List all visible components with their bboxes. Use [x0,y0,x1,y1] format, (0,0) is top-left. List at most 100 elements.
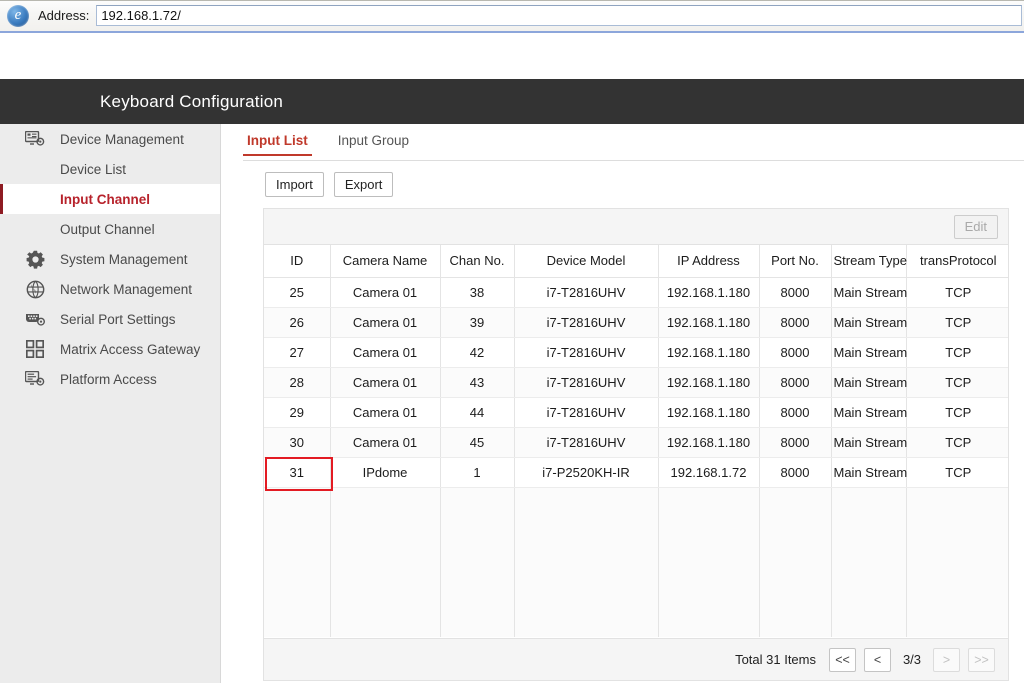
sidebar-item-label: Network Management [60,281,193,297]
first-page-button[interactable]: << [829,647,856,672]
cell-chan-no: 39 [440,307,515,338]
next-page-button[interactable]: > [933,647,960,672]
import-button[interactable]: Import [265,172,324,197]
column-header-stream-type[interactable]: Stream Type [831,245,907,278]
table-row[interactable]: 29 Camera 01 44 i7-T2816UHV 192.168.1.18… [264,397,1008,428]
sidebar-item-label: System Management [60,251,188,267]
sidebar-item-label: Input Channel [60,191,150,207]
filler-cell [330,487,441,637]
address-label: Address: [38,8,90,23]
cell-device-model: i7-P2520KH-IR [514,457,659,488]
cell-device-model: i7-T2816UHV [514,277,659,308]
tab-bar: Input List Input Group [243,133,1024,161]
platform-gear-icon [22,369,48,389]
table-row[interactable]: 26 Camera 01 39 i7-T2816UHV 192.168.1.18… [264,307,1008,338]
column-header-chan-no[interactable]: Chan No. [440,245,515,278]
input-channel-table: ID Camera Name Chan No. Device Model IP … [264,245,1008,637]
table-toolbar: Edit [264,209,1008,245]
table-row[interactable]: 25 Camera 01 38 i7-T2816UHV 192.168.1.18… [264,277,1008,308]
column-header-camera-name[interactable]: Camera Name [330,245,441,278]
cell-chan-no: 45 [440,427,515,458]
table-header-row: ID Camera Name Chan No. Device Model IP … [264,245,1008,278]
total-items-label: Total 31 Items [735,652,816,667]
cell-ip-address: 192.168.1.72 [658,457,760,488]
table-row[interactable]: 27 Camera 01 42 i7-T2816UHV 192.168.1.18… [264,337,1008,368]
filler-cell [759,487,832,637]
grid-squares-icon [22,339,48,359]
table-scroll-area: ID Camera Name Chan No. Device Model IP … [264,245,1008,638]
last-page-button[interactable]: >> [968,647,995,672]
cell-device-model: i7-T2816UHV [514,307,659,338]
filler-cell [906,487,1008,637]
cell-port-no: 8000 [759,367,832,398]
column-header-transprotocol[interactable]: transProtocol [906,245,1008,278]
cell-id: 31 [264,456,333,490]
edit-button[interactable]: Edit [953,214,998,239]
cell-id: 30 [264,427,331,458]
column-header-ip-address[interactable]: IP Address [658,245,760,278]
sidebar-item-matrix-access-gateway[interactable]: Matrix Access Gateway [0,334,220,364]
sidebar-item-label: Matrix Access Gateway [60,341,201,357]
cell-transprotocol: TCP [906,307,1008,338]
cell-device-model: i7-T2816UHV [514,427,659,458]
gear-icon [22,249,48,269]
sidebar-item-label: Platform Access [60,371,157,387]
table-empty-filler [264,487,1008,637]
cell-id: 27 [264,337,331,368]
globe-icon [22,279,48,299]
cell-transprotocol: TCP [906,427,1008,458]
cell-id: 25 [264,277,331,308]
sidebar-item-network-management[interactable]: Network Management [0,274,220,304]
cell-chan-no: 44 [440,397,515,428]
cell-port-no: 8000 [759,277,832,308]
cell-camera-name: Camera 01 [330,427,441,458]
cell-ip-address: 192.168.1.180 [658,397,760,428]
table-row[interactable]: 31 IPdome 1 i7-P2520KH-IR 192.168.1.72 8… [264,456,1008,490]
cell-stream-type: Main Stream [831,397,907,428]
browser-address-bar: e Address: [0,0,1024,33]
browser-content-gap [0,35,1024,79]
cell-camera-name: Camera 01 [330,397,441,428]
cell-camera-name: IPdome [330,457,441,488]
cell-id: 26 [264,307,331,338]
filler-cell [831,487,907,637]
cell-id: 28 [264,367,331,398]
filler-cell [264,487,331,637]
cell-port-no: 8000 [759,397,832,428]
cell-stream-type: Main Stream [831,427,907,458]
filler-cell [658,487,760,637]
cell-transprotocol: TCP [906,337,1008,368]
tab-input-group[interactable]: Input Group [334,133,413,155]
cell-transprotocol: TCP [906,457,1008,488]
sidebar-item-device-list[interactable]: Device List [0,154,220,184]
column-header-port-no[interactable]: Port No. [759,245,832,278]
cell-stream-type: Main Stream [831,337,907,368]
page-title: Keyboard Configuration [100,91,284,111]
column-header-device-model[interactable]: Device Model [514,245,659,278]
address-input[interactable] [96,5,1022,26]
sidebar-item-system-management[interactable]: System Management [0,244,220,274]
column-header-id[interactable]: ID [264,245,331,278]
cell-device-model: i7-T2816UHV [514,367,659,398]
cell-ip-address: 192.168.1.180 [658,277,760,308]
input-list-panel: Edit ID Camera Name Chan No. Device Mode… [263,208,1009,681]
sidebar-item-input-channel[interactable]: Input Channel [0,184,220,214]
cell-transprotocol: TCP [906,277,1008,308]
page-indicator: 3/3 [902,652,922,667]
prev-page-button[interactable]: < [864,647,891,672]
table-row[interactable]: 30 Camera 01 45 i7-T2816UHV 192.168.1.18… [264,427,1008,458]
export-button[interactable]: Export [333,172,394,197]
cell-ip-address: 192.168.1.180 [658,427,760,458]
sidebar-item-serial-port-settings[interactable]: Serial Port Settings [0,304,220,334]
sidebar-item-platform-access[interactable]: Platform Access [0,364,220,394]
tab-input-list[interactable]: Input List [243,133,312,156]
cell-device-model: i7-T2816UHV [514,397,659,428]
cell-transprotocol: TCP [906,397,1008,428]
sidebar-item-output-channel[interactable]: Output Channel [0,214,220,244]
table-row[interactable]: 28 Camera 01 43 i7-T2816UHV 192.168.1.18… [264,367,1008,398]
sidebar-item-device-management[interactable]: Device Management [0,124,220,154]
cell-camera-name: Camera 01 [330,277,441,308]
cell-port-no: 8000 [759,307,832,338]
cell-ip-address: 192.168.1.180 [658,367,760,398]
cell-port-no: 8000 [759,457,832,488]
